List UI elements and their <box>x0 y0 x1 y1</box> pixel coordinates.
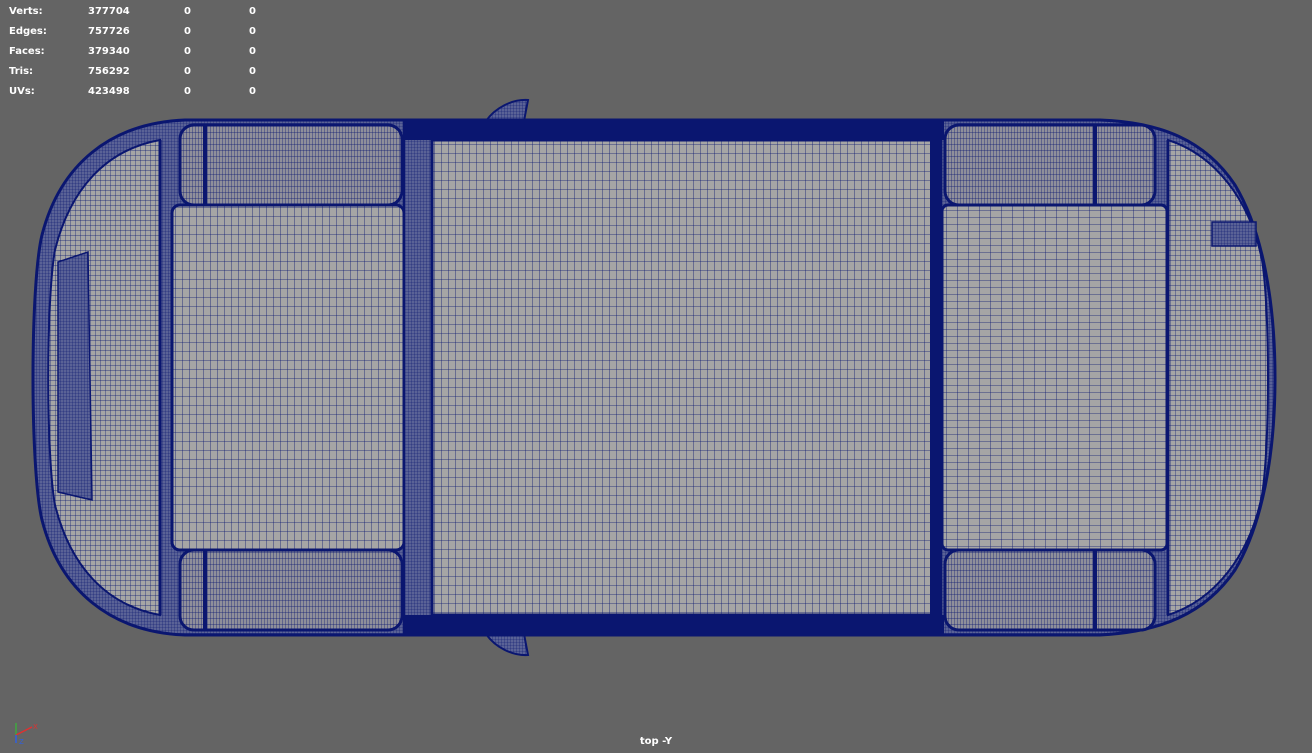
hood-panel[interactable] <box>170 203 406 552</box>
hud-component: 0 <box>249 46 256 57</box>
hud-component: 0 <box>249 26 256 37</box>
wheel-rear-bottom[interactable] <box>943 548 1157 632</box>
roof-rail-bottom <box>404 615 944 635</box>
hud-selected: 0 <box>184 26 191 37</box>
hud-label: Tris: <box>9 66 34 77</box>
hud-total: 423498 <box>88 86 130 97</box>
hud-total: 379340 <box>88 46 130 57</box>
roof-pillar-front <box>403 121 433 634</box>
wheel-front-top[interactable] <box>178 123 404 207</box>
hud-component: 0 <box>249 6 256 17</box>
right-mirror[interactable] <box>484 633 530 657</box>
camera-view-label: top -Y <box>639 736 673 747</box>
hud-selected: 0 <box>184 66 191 77</box>
hud-component: 0 <box>249 66 256 77</box>
roof-panel[interactable] <box>430 138 934 617</box>
roof-rail-top <box>404 120 944 140</box>
axis-x-label: X <box>33 723 38 731</box>
hud-row-uvs: UVs: 423498 0 0 <box>9 82 269 102</box>
hud-row-faces: Faces: 379340 0 0 <box>9 42 269 62</box>
hud-selected: 0 <box>184 6 191 17</box>
roof-pillar-rear <box>930 122 942 633</box>
hud-component: 0 <box>249 86 256 97</box>
poly-count-hud: Verts: 377704 0 0 Edges: 757726 0 0 Face… <box>9 2 269 102</box>
hud-row-tris: Tris: 756292 0 0 <box>9 62 269 82</box>
hud-row-verts: Verts: 377704 0 0 <box>9 2 269 22</box>
hud-row-edges: Edges: 757726 0 0 <box>9 22 269 42</box>
hud-label: Verts: <box>9 6 43 17</box>
hud-label: Faces: <box>9 46 45 57</box>
hud-total: 377704 <box>88 6 130 17</box>
rear-bumper <box>1167 138 1269 617</box>
hud-label: UVs: <box>9 86 35 97</box>
hud-total: 756292 <box>88 66 130 77</box>
hud-selected: 0 <box>184 46 191 57</box>
hud-label: Edges: <box>9 26 47 37</box>
car-model[interactable] <box>31 98 1277 657</box>
front-grille <box>57 250 93 501</box>
wheel-rear-top[interactable] <box>943 123 1157 207</box>
trunk-panel[interactable] <box>940 203 1169 552</box>
wheel-front-bottom[interactable] <box>178 548 404 632</box>
hud-selected: 0 <box>184 86 191 97</box>
rear-exhaust <box>1211 221 1257 247</box>
viewport-3d[interactable] <box>0 0 1312 753</box>
hud-total: 757726 <box>88 26 130 37</box>
left-mirror[interactable] <box>484 98 530 122</box>
